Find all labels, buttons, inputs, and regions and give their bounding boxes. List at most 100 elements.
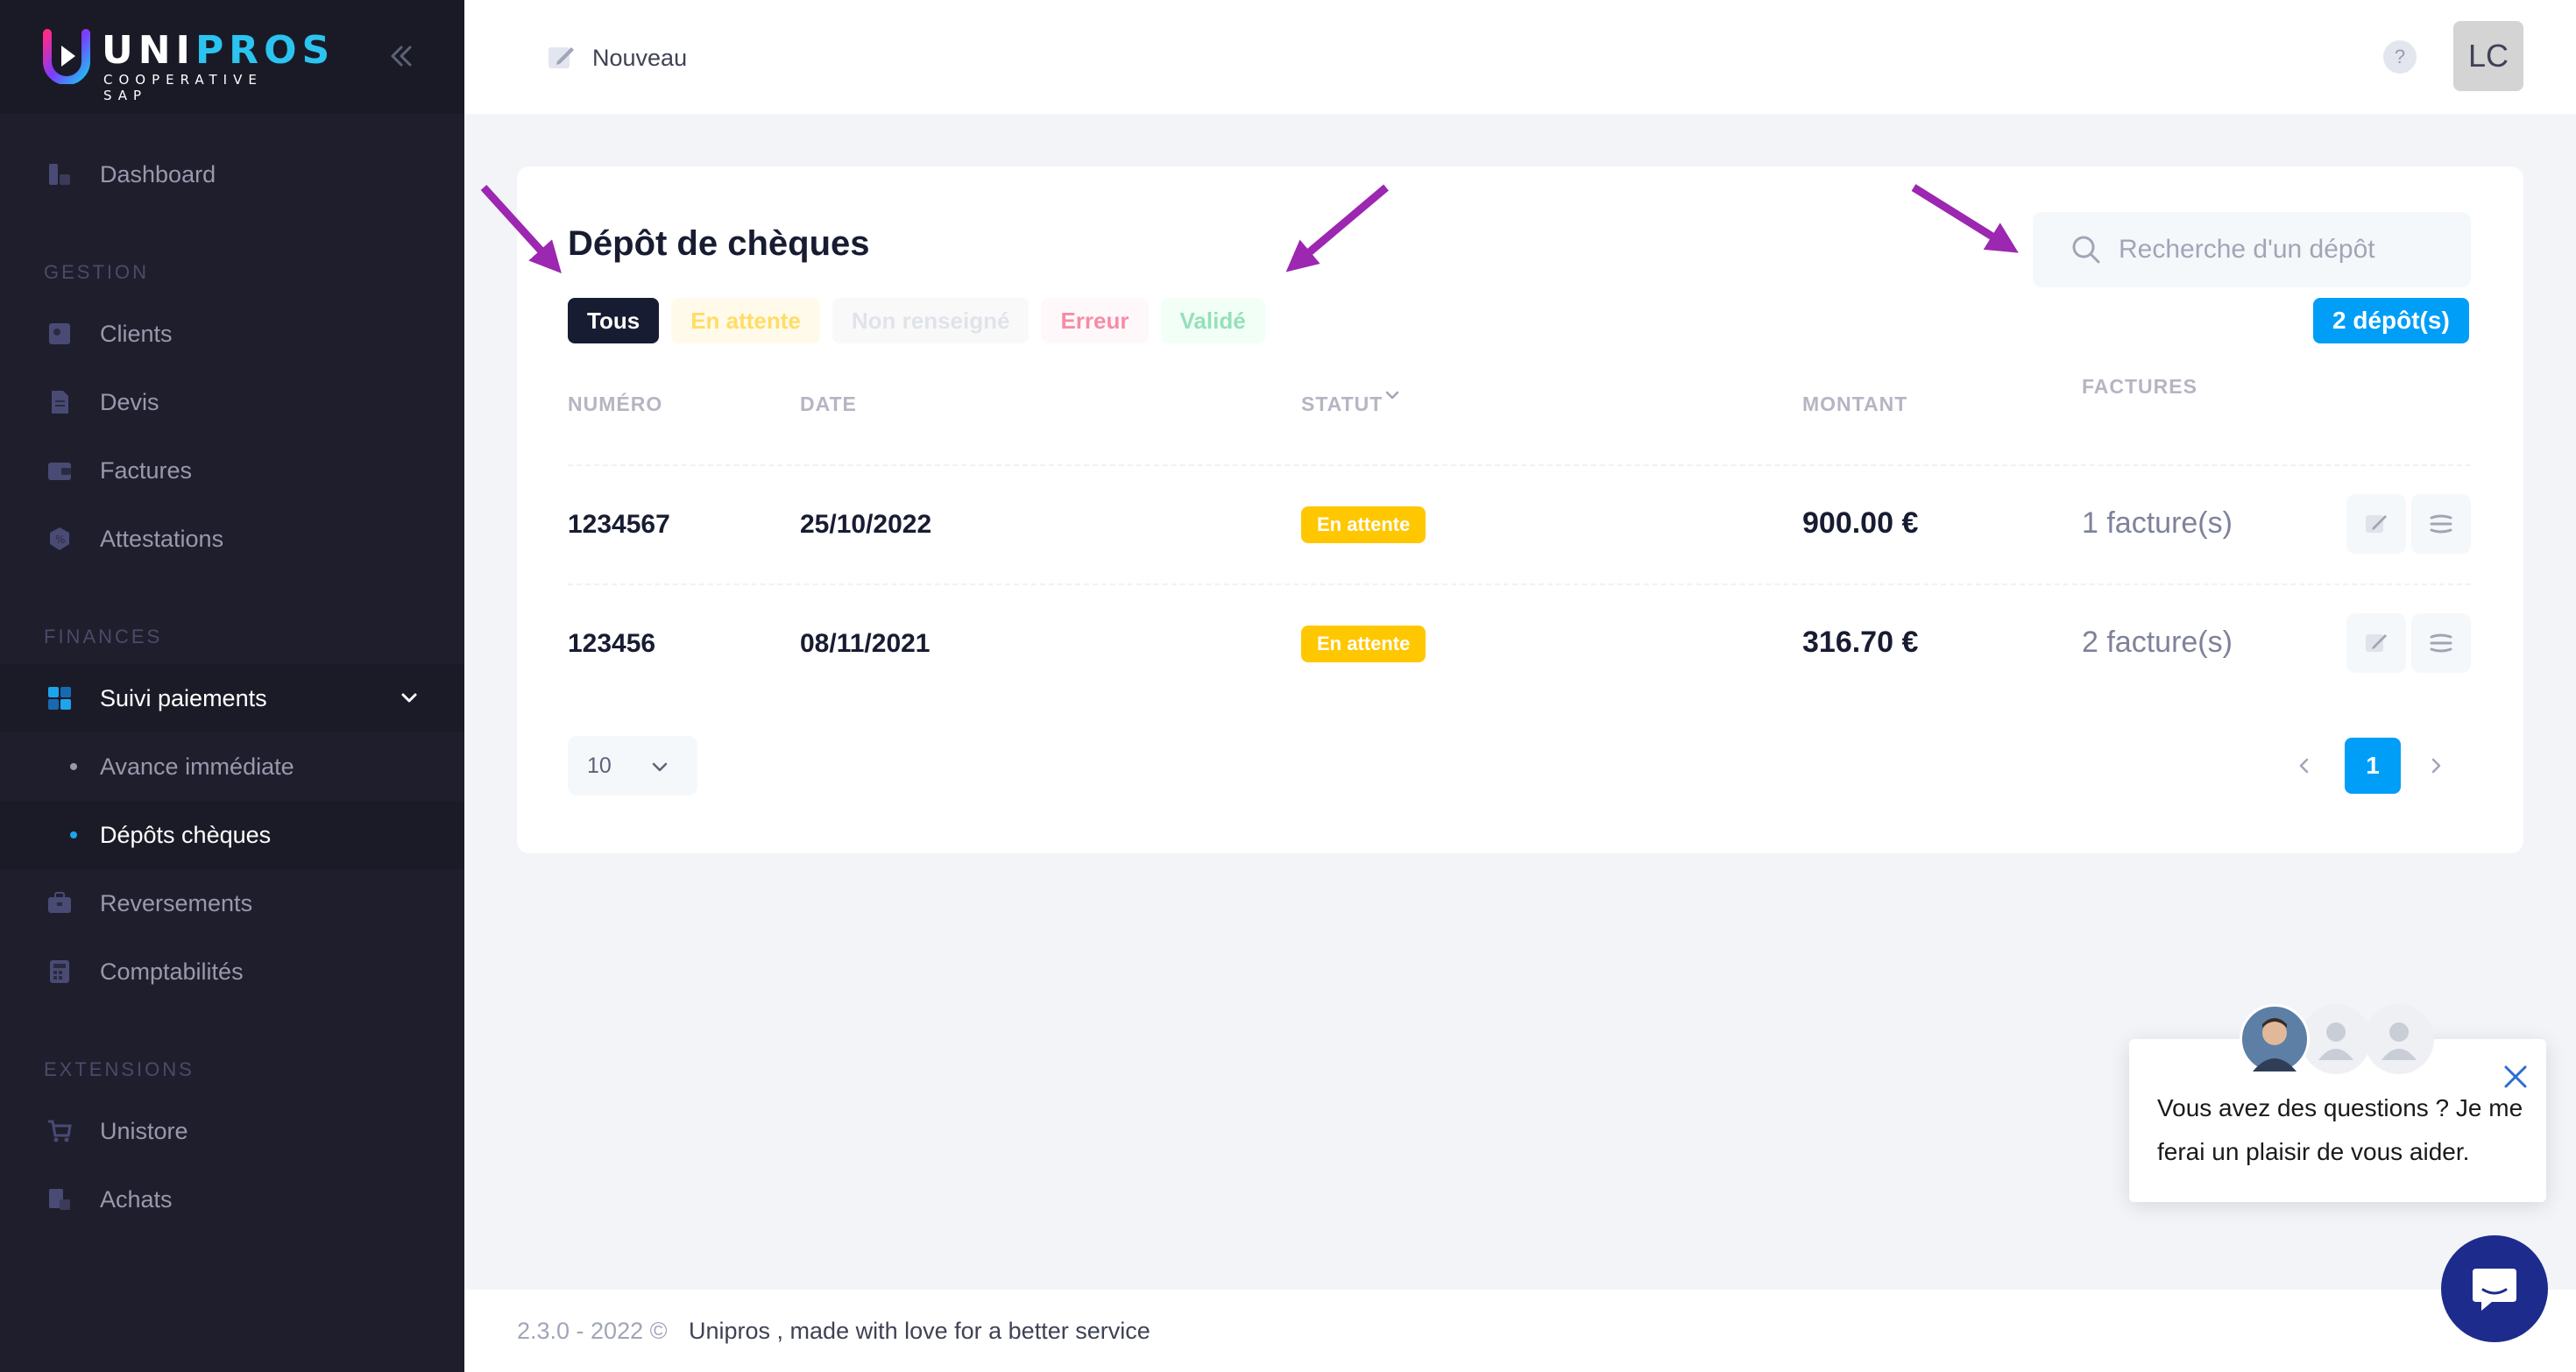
grid-icon <box>48 687 71 710</box>
logo-tagline: COOPERATIVE SAP <box>103 72 263 103</box>
page-button-current[interactable]: 1 <box>2345 738 2401 794</box>
sort-down-icon[interactable] <box>1383 385 1402 405</box>
section-finances: FINANCES <box>44 626 163 647</box>
per-page-select[interactable]: 10 <box>568 736 697 796</box>
unipros-logo-icon <box>43 29 90 84</box>
search-icon <box>2072 236 2100 264</box>
details-button[interactable] <box>2411 613 2471 673</box>
cell-factures[interactable]: 1 facture(s) <box>2082 506 2233 541</box>
sidebar-item-reversements[interactable]: Reversements <box>0 869 464 937</box>
new-button[interactable]: Nouveau <box>545 40 687 75</box>
close-icon[interactable] <box>2499 1060 2532 1093</box>
clients-icon <box>49 323 70 344</box>
list-icon <box>2430 633 2452 653</box>
person-icon <box>2381 1022 2417 1060</box>
logo-word-pros: PROS <box>195 28 336 73</box>
cell-montant: 900.00 € <box>1802 506 1919 540</box>
agent-avatar <box>2364 1004 2434 1074</box>
chevron-down-icon <box>401 693 417 703</box>
column-header-date[interactable]: DATE <box>800 393 857 416</box>
edit-button[interactable] <box>2346 494 2406 554</box>
footer-credit[interactable]: Unipros , made with love for a better se… <box>689 1318 1150 1345</box>
logo-wordmark: UNIPROS <box>102 30 335 72</box>
user-avatar[interactable]: LC <box>2453 21 2523 91</box>
next-page-icon[interactable] <box>2418 748 2453 783</box>
column-header-factures[interactable]: FACTURES <box>2082 375 2197 399</box>
column-header-statut[interactable]: STATUT <box>1301 393 1383 416</box>
chat-launcher-button[interactable] <box>2441 1235 2548 1342</box>
column-header-montant[interactable]: MONTANT <box>1802 393 1907 416</box>
cell-montant: 316.70 € <box>1802 626 1919 659</box>
row-divider <box>568 583 2471 585</box>
edit-icon <box>2366 515 2387 533</box>
person-icon <box>2318 1022 2353 1060</box>
sidebar-item-label: Attestations <box>100 525 224 552</box>
column-header-numero[interactable]: NUMÉRO <box>568 393 662 416</box>
edit-button[interactable] <box>2346 613 2406 673</box>
percent-badge-icon: % <box>50 527 69 550</box>
sidebar-item-suivi-paiements[interactable]: Suivi paiements <box>0 664 464 732</box>
dashboard-icon <box>49 164 70 185</box>
section-extensions: EXTENSIONS <box>44 1058 195 1080</box>
help-icon[interactable]: ? <box>2383 40 2417 74</box>
filter-not-provided[interactable]: Non renseigné <box>832 298 1030 343</box>
bullet-icon <box>70 831 77 838</box>
section-gestion: GESTION <box>44 261 150 283</box>
footer: 2.3.0 - 2022 © Unipros , made with love … <box>464 1290 2576 1372</box>
per-page-value: 10 <box>587 753 612 778</box>
briefcase-icon <box>48 892 71 913</box>
sidebar-item-label: Unistore <box>100 1117 188 1144</box>
sidebar-item-label: Dashboard <box>100 160 216 187</box>
agent-avatar <box>2301 1004 2371 1074</box>
person-icon <box>2253 1018 2296 1071</box>
sidebar-item-label: Achats <box>100 1185 173 1213</box>
sidebar-item-label: Dépôts chèques <box>100 821 272 848</box>
status-badge: En attente <box>1301 506 1426 543</box>
search-input[interactable] <box>2119 212 2460 287</box>
search-box <box>2033 212 2471 287</box>
filter-all[interactable]: Tous <box>568 298 660 343</box>
bullet-icon <box>70 763 77 770</box>
deposit-count-badge: 2 dépôt(s) <box>2313 298 2469 343</box>
cell-date: 08/11/2021 <box>800 629 931 658</box>
cell-numero: 1234567 <box>568 510 670 539</box>
sidebar-item-clients[interactable]: Clients <box>0 300 464 368</box>
sidebar-item-comptabilites[interactable]: Comptabilités <box>0 937 464 1006</box>
cell-date: 25/10/2022 <box>800 510 932 539</box>
cart-icon <box>48 1120 72 1142</box>
cell-numero: 123456 <box>568 629 656 658</box>
sidebar-item-factures[interactable]: Factures <box>0 436 464 505</box>
logo-word-uni: UNI <box>102 28 195 73</box>
unipros-logo[interactable]: UNIPROS COOPERATIVE SAP <box>42 28 329 103</box>
collapse-sidebar-icon[interactable] <box>384 39 419 74</box>
cell-factures[interactable]: 2 facture(s) <box>2082 626 2233 660</box>
row-divider <box>568 464 2471 466</box>
sidebar-item-dashboard[interactable]: Dashboard <box>0 140 464 209</box>
sidebar-item-achats[interactable]: Achats <box>0 1165 464 1234</box>
sidebar-item-devis[interactable]: Devis <box>0 368 464 436</box>
footer-version: 2.3.0 - 2022 © <box>517 1318 668 1344</box>
previous-page-icon[interactable] <box>2287 748 2322 783</box>
agent-photo-avatar <box>2240 1004 2310 1074</box>
document-icon <box>52 391 68 414</box>
filter-validated[interactable]: Validé <box>1160 298 1265 343</box>
sidebar-item-label: Devis <box>100 388 159 415</box>
filter-waiting[interactable]: En attente <box>671 298 820 343</box>
sidebar-item-avance-immediate[interactable]: Avance immédiate <box>0 732 464 801</box>
sidebar: UNIPROS COOPERATIVE SAP Dashboard GESTIO… <box>0 0 464 1372</box>
purchase-icon <box>49 1189 70 1210</box>
sidebar-item-unistore[interactable]: Unistore <box>0 1097 464 1165</box>
sidebar-header: UNIPROS COOPERATIVE SAP <box>0 0 464 114</box>
sidebar-item-attestations[interactable]: % Attestations <box>0 505 464 573</box>
sidebar-item-label: Comptabilités <box>100 958 244 985</box>
chat-message: Vous avez des questions ? Je me ferai un… <box>2157 1094 2523 1165</box>
page-title: Dépôt de chèques <box>568 224 870 263</box>
edit-icon <box>2366 634 2387 652</box>
filter-error[interactable]: Erreur <box>1041 298 1149 343</box>
chat-bubble-icon <box>2473 1269 2516 1311</box>
details-button[interactable] <box>2411 494 2471 554</box>
sidebar-item-label: Suivi paiements <box>100 684 267 711</box>
new-button-label: Nouveau <box>592 44 688 71</box>
sidebar-item-depots-cheques[interactable]: Dépôts chèques <box>0 801 464 869</box>
cheque-deposits-card: Dépôt de chèques Tous En attente Non ren… <box>517 166 2523 853</box>
